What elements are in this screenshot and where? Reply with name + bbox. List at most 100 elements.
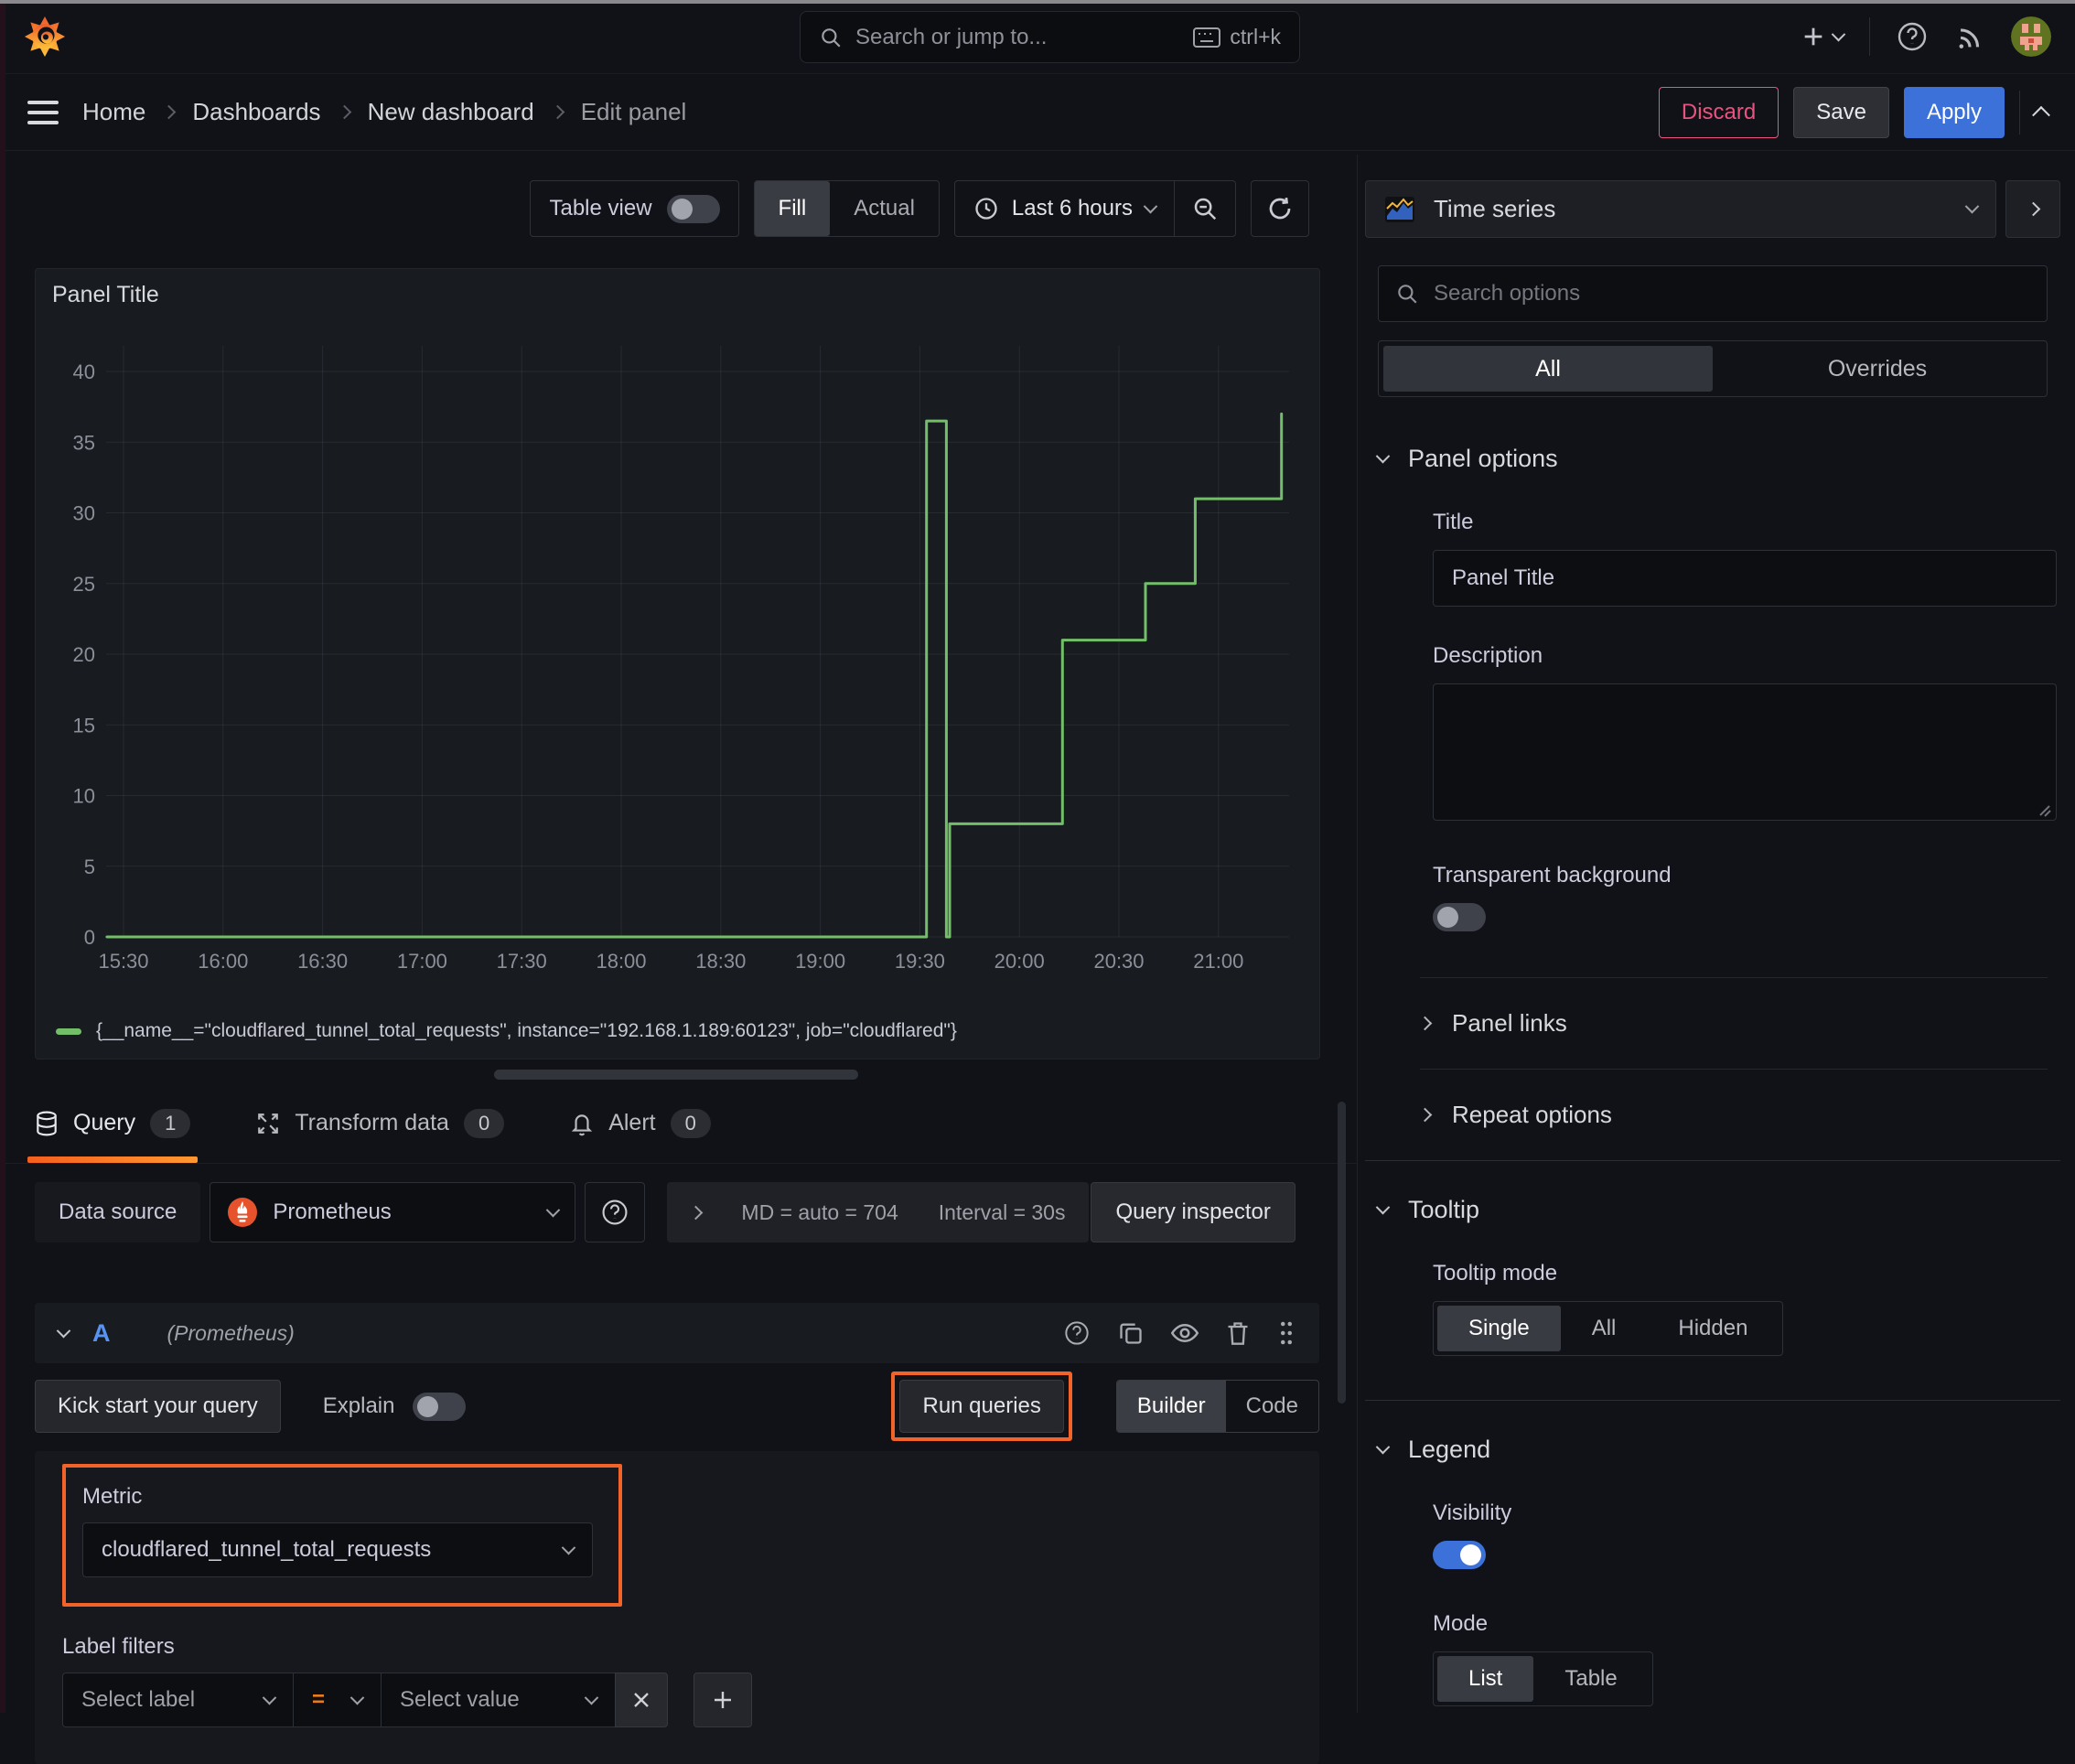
fill-option[interactable]: Fill [754, 181, 831, 236]
breadcrumb-home[interactable]: Home [82, 98, 145, 126]
tab-transform-count: 0 [463, 1108, 505, 1138]
metric-label: Metric [82, 1484, 143, 1509]
tooltip-section: Tooltip Tooltip mode Single All Hidden [1365, 1196, 2060, 1356]
tooltip-hidden-option[interactable]: Hidden [1647, 1306, 1779, 1351]
tooltip-single-option[interactable]: Single [1437, 1306, 1561, 1351]
query-ref[interactable]: A [92, 1319, 111, 1348]
table-view-label: Table view [549, 196, 652, 220]
panel-links-header[interactable]: Panel links [1417, 1009, 2048, 1038]
grafana-logo[interactable] [24, 16, 66, 58]
hide-query-icon[interactable] [1171, 1322, 1199, 1344]
svg-text:15:30: 15:30 [98, 950, 148, 973]
chevron-down-icon [349, 1690, 365, 1705]
mode-list-option[interactable]: List [1437, 1656, 1534, 1702]
query-inspector-button[interactable]: Query inspector [1091, 1182, 1296, 1242]
svg-text:20:30: 20:30 [1093, 950, 1144, 973]
breadcrumb-dashboards[interactable]: Dashboards [192, 98, 320, 126]
resize-handle-icon[interactable] [2037, 802, 2051, 817]
query-help-icon[interactable] [1063, 1319, 1091, 1347]
kickstart-button[interactable]: Kick start your query [35, 1380, 281, 1433]
repeat-options-header[interactable]: Repeat options [1417, 1101, 2048, 1129]
datasource-help-button[interactable] [585, 1182, 646, 1242]
drag-handle-icon[interactable] [1277, 1319, 1296, 1347]
table-view-toggle[interactable] [666, 194, 720, 223]
tooltip-all-option[interactable]: All [1561, 1306, 1648, 1351]
add-button[interactable] [1801, 24, 1846, 49]
tab-transform[interactable]: Transform data 0 [249, 1083, 511, 1163]
duplicate-query-icon[interactable] [1118, 1320, 1144, 1346]
series-color-dash[interactable] [56, 1027, 81, 1035]
panel-title[interactable]: Panel Title [52, 282, 159, 308]
explain-toggle[interactable] [413, 1392, 467, 1421]
tab-overrides[interactable]: Overrides [1713, 346, 2042, 392]
collapse-query-icon[interactable] [56, 1323, 71, 1338]
tooltip-header[interactable]: Tooltip [1375, 1196, 2048, 1224]
chevron-down-icon [561, 1540, 576, 1554]
chevron-down-icon [1375, 448, 1391, 464]
tab-all[interactable]: All [1383, 346, 1713, 392]
transparent-bg-toggle[interactable] [1433, 903, 1486, 931]
vertical-scrollbar[interactable] [1338, 1102, 1346, 1404]
transform-icon [256, 1112, 280, 1135]
search-shortcut: ctrl+k [1193, 25, 1281, 49]
add-filter-button[interactable] [693, 1673, 752, 1727]
select-value-dropdown[interactable]: Select value [381, 1673, 615, 1727]
zoom-out-button[interactable] [1175, 181, 1235, 236]
news-rss-icon[interactable] [1954, 21, 1985, 52]
horizontal-scrollbar[interactable] [494, 1070, 858, 1080]
legend-mode-switch: List Table [1433, 1651, 1653, 1706]
actual-option[interactable]: Actual [830, 181, 939, 236]
collapse-up-icon[interactable] [2032, 105, 2050, 124]
delete-query-icon[interactable] [1226, 1320, 1250, 1346]
chevron-right-icon [1417, 1016, 1433, 1031]
menu-toggle-icon[interactable] [27, 100, 59, 124]
metric-select[interactable]: cloudflared_tunnel_total_requests [82, 1522, 593, 1577]
breadcrumb-new-dashboard[interactable]: New dashboard [368, 98, 534, 126]
search-input[interactable] [855, 24, 1181, 50]
save-button[interactable]: Save [1793, 86, 1889, 138]
datasource-picker[interactable]: Prometheus [210, 1182, 576, 1242]
mode-table-option[interactable]: Table [1533, 1656, 1648, 1702]
panel-options-section: Panel options Title Description Transpar… [1365, 445, 2060, 1129]
apply-button[interactable]: Apply [1903, 86, 2005, 138]
time-range-button[interactable]: Last 6 hours [955, 181, 1174, 236]
description-textarea[interactable] [1433, 683, 2057, 821]
viz-type-picker[interactable]: Time series [1365, 180, 1996, 238]
visibility-toggle[interactable] [1433, 1541, 1486, 1569]
tab-alert-count: 0 [670, 1108, 711, 1138]
chevron-down-icon [1964, 199, 1980, 214]
discard-button[interactable]: Discard [1658, 86, 1779, 138]
select-label-dropdown[interactable]: Select label [62, 1673, 293, 1727]
query-options-summary[interactable]: MD = auto = 704 Interval = 30s [667, 1182, 1090, 1242]
options-search[interactable] [1378, 265, 2048, 322]
panel-options-header[interactable]: Panel options [1375, 445, 2048, 473]
collapse-options-button[interactable] [2005, 180, 2060, 238]
help-icon[interactable] [1896, 20, 1929, 53]
breadcrumb-separator-icon [162, 104, 177, 120]
avatar[interactable] [2011, 16, 2051, 57]
tab-query[interactable]: Query 1 [27, 1083, 199, 1163]
global-search[interactable]: ctrl+k [800, 11, 1300, 63]
label-filter-row: Select label = Select value [62, 1673, 1292, 1727]
refresh-button[interactable] [1251, 180, 1309, 237]
tab-alert[interactable]: Alert 0 [563, 1083, 718, 1163]
panel-title-input[interactable] [1433, 550, 2057, 607]
legend-header[interactable]: Legend [1375, 1436, 2048, 1464]
datasource-label: Data source [35, 1182, 201, 1242]
chevron-down-icon [262, 1690, 277, 1705]
options-search-input[interactable] [1434, 281, 2030, 307]
builder-option[interactable]: Builder [1116, 1381, 1226, 1432]
nav-actions: Discard Save Apply [1658, 86, 2050, 138]
series-label[interactable]: {__name__="cloudflared_tunnel_total_requ… [96, 1020, 957, 1042]
prometheus-icon [227, 1197, 258, 1228]
svg-text:19:00: 19:00 [795, 950, 845, 973]
chart-legend: {__name__="cloudflared_tunnel_total_requ… [56, 1020, 957, 1042]
description-label: Description [1433, 643, 1543, 668]
operator-dropdown[interactable]: = [293, 1673, 381, 1727]
run-queries-button[interactable]: Run queries [899, 1380, 1064, 1433]
chevron-right-icon [1417, 1107, 1433, 1123]
operator-value: = [312, 1687, 326, 1712]
code-option[interactable]: Code [1226, 1381, 1318, 1432]
breadcrumb-separator-icon [337, 104, 351, 120]
remove-filter-button[interactable] [615, 1673, 668, 1727]
